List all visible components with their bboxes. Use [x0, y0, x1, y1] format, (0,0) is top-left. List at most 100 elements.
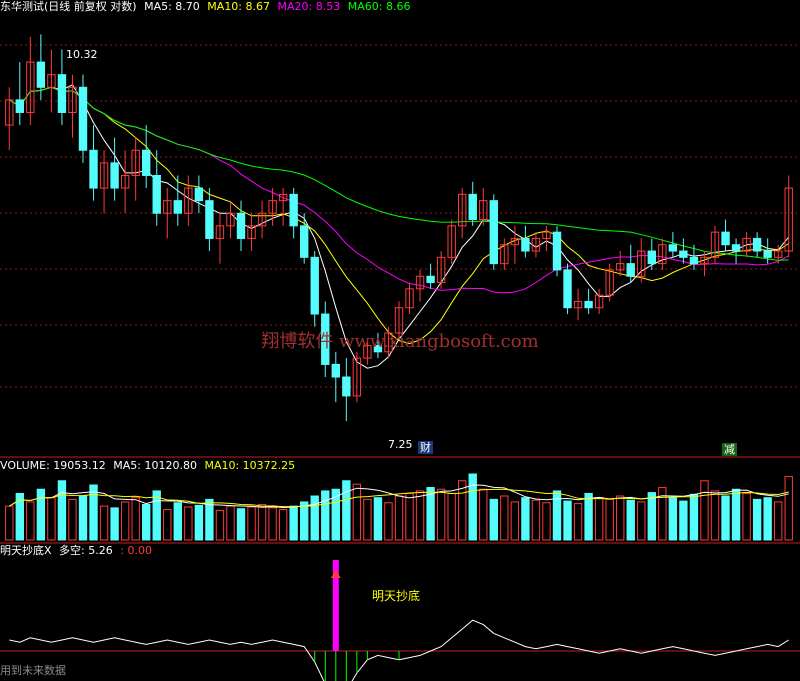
main-panel-title: 东华测试(日线 前复权 对数)	[0, 0, 137, 13]
signal-footer: 用到未来数据	[0, 664, 66, 677]
signal-value2-label: : 0.00	[120, 544, 152, 557]
signal-indicator	[9, 560, 789, 681]
volume-bar	[479, 488, 488, 541]
ma10-label: MA10: 8.67	[207, 0, 271, 13]
volume-bar	[531, 499, 541, 541]
volume-ma5-label: MA5: 10120.80	[113, 459, 197, 472]
volume-bar	[68, 498, 77, 541]
candle-body	[152, 174, 161, 214]
volume-bar	[89, 484, 98, 541]
candle-body	[763, 250, 772, 258]
volume-bar	[405, 492, 414, 541]
ma20-label: MA20: 8.53	[277, 0, 341, 13]
volume-bar	[489, 498, 498, 541]
volume-bar	[99, 505, 109, 541]
volume-bar	[605, 498, 614, 541]
volume-bar	[563, 500, 572, 541]
volume-bar	[352, 483, 362, 541]
volume-bar	[447, 492, 456, 541]
volume-bar	[700, 480, 709, 541]
volume-bar	[468, 473, 477, 541]
volume-bar	[300, 501, 309, 541]
volume-bar	[710, 490, 720, 541]
volume-bar	[194, 504, 204, 541]
volume-bar	[184, 506, 193, 541]
candle-body	[342, 376, 351, 397]
reduce-badge[interactable]: 减	[722, 443, 737, 456]
volume-bar	[247, 506, 256, 541]
volume-bar	[226, 505, 235, 541]
volume-bar	[278, 509, 288, 541]
volume-bar	[310, 495, 319, 541]
volume-bar	[120, 501, 130, 541]
volume-bar	[215, 509, 225, 541]
candle-body	[521, 237, 530, 252]
volume-bar	[342, 480, 351, 541]
candle-body	[468, 193, 477, 221]
candle-body	[173, 200, 182, 214]
main-panel-header: 东华测试(日线 前复权 对数) MA5: 8.70 MA10: 8.67 MA2…	[0, 0, 414, 13]
candlesticks	[5, 34, 793, 422]
volume-bar	[5, 505, 14, 541]
volume-bar	[679, 500, 688, 541]
volume-bar	[784, 476, 793, 541]
volume-bar	[616, 495, 625, 541]
signal-panel-header: 明天抄底X 多空: 5.26 : 0.00	[0, 544, 156, 557]
volume-bar	[647, 492, 656, 541]
candle-body	[563, 269, 572, 309]
volume-bar	[289, 505, 298, 541]
volume-bar	[458, 480, 467, 541]
volume-bar	[26, 501, 35, 541]
watermark: 翔博软件 www.xiangbosoft.com	[261, 331, 538, 352]
volume-bar	[731, 488, 741, 541]
candle-body	[721, 231, 730, 246]
candle-body	[489, 200, 498, 265]
candle-body	[426, 275, 435, 284]
candle-body	[310, 256, 319, 315]
candle-body	[668, 244, 678, 252]
volume-bar	[131, 497, 140, 541]
volume-bar	[626, 499, 635, 541]
candle-body	[89, 149, 98, 189]
volume-bar	[689, 493, 699, 541]
volume-bar	[584, 492, 593, 541]
volume-bar	[594, 497, 604, 541]
volume-bar	[415, 490, 425, 541]
volume-bar	[394, 495, 404, 541]
candle-body	[300, 225, 309, 258]
volume-bar	[36, 488, 46, 541]
ma5-label: MA5: 8.70	[144, 0, 200, 13]
volume-bar	[742, 492, 751, 541]
volume-bar	[173, 502, 182, 541]
candle-body	[194, 187, 204, 202]
volume-bar	[436, 488, 446, 541]
candle-body	[647, 250, 656, 265]
low-price-label: 7.25	[388, 438, 413, 451]
candle-body	[57, 74, 67, 113]
volume-bar	[774, 501, 783, 541]
volume-bar	[384, 502, 393, 541]
buy-arrow-icon	[330, 570, 341, 578]
volume-bar	[752, 498, 762, 541]
signal-callout: 明天抄底	[372, 589, 421, 603]
candle-body	[689, 256, 699, 265]
volume-bar	[721, 495, 730, 541]
ma20-line	[9, 86, 789, 294]
candle-body	[15, 99, 24, 113]
volume-bar	[668, 497, 678, 541]
volume-bar	[373, 497, 383, 541]
candle-body	[752, 237, 762, 252]
volume-bar	[542, 502, 551, 541]
volume-bar	[268, 507, 277, 541]
volume-bar	[500, 495, 509, 541]
financial-badge[interactable]: 财	[418, 441, 433, 454]
kline-chart[interactable]: 翔博软件 www.xiangbosoft.com 10.32 7.25	[0, 0, 800, 681]
volume-bar	[163, 509, 172, 541]
signal-panel-title: 明天抄底X	[0, 544, 52, 557]
candle-body	[679, 250, 688, 258]
volume-bar	[205, 498, 214, 541]
candle-body	[205, 200, 214, 239]
volume-label: VOLUME: 19053.12	[0, 459, 106, 472]
signal-value-label: 多空: 5.26	[59, 544, 113, 557]
candle-body	[110, 162, 119, 189]
